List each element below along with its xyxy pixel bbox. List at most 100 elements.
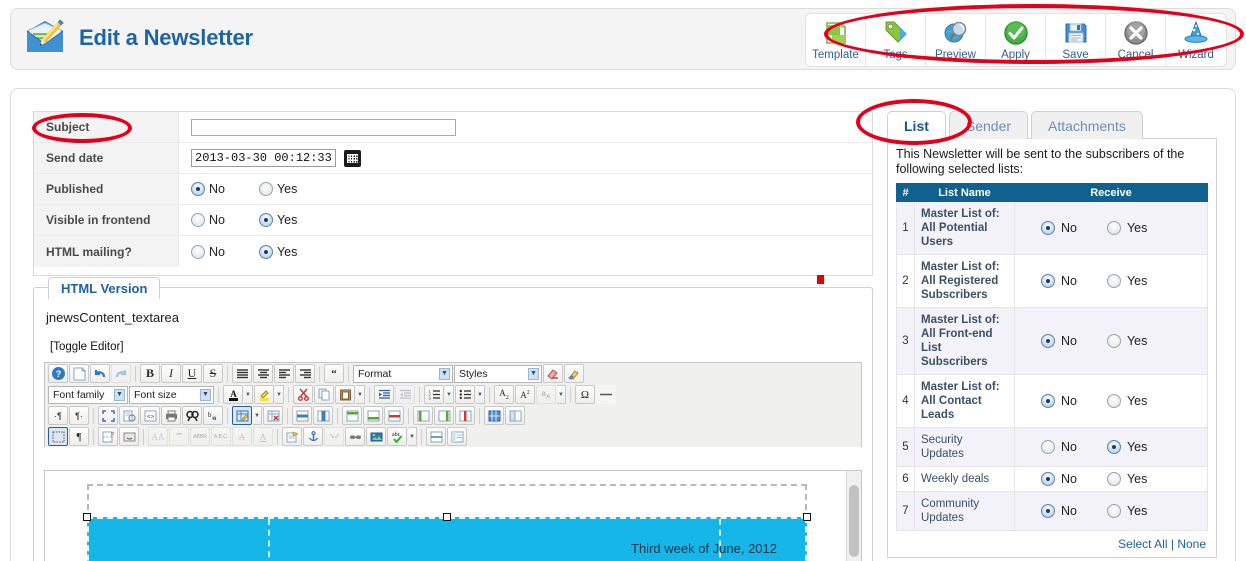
toggle-editor-link[interactable]: [Toggle Editor] — [50, 341, 124, 353]
italic-icon[interactable]: I — [161, 364, 181, 383]
font-family-select[interactable]: Font family ▼ — [48, 385, 128, 404]
rtl-icon[interactable]: ¶· — [69, 406, 89, 425]
copy-icon[interactable] — [314, 385, 334, 404]
table-dropdown-arrow[interactable]: ▼ — [253, 406, 262, 425]
link-icon[interactable] — [345, 427, 365, 446]
delete-row-icon[interactable] — [384, 406, 404, 425]
strikethrough-icon[interactable]: S — [203, 364, 223, 383]
layers-icon[interactable] — [447, 427, 467, 446]
insert-layer-icon[interactable] — [119, 427, 139, 446]
text-color-icon[interactable]: A — [223, 385, 243, 404]
subject-input[interactable] — [191, 118, 456, 136]
editor-scrollbar[interactable] — [846, 471, 861, 561]
send-date-input[interactable] — [191, 149, 336, 167]
align-justify-icon[interactable] — [232, 364, 252, 383]
ltr-icon[interactable]: ·¶ — [48, 406, 68, 425]
bulleted-list-icon[interactable] — [455, 385, 475, 404]
anchor-icon[interactable]: aA — [536, 385, 556, 404]
table-cell-properties-icon[interactable] — [313, 406, 333, 425]
receive-radio-no[interactable] — [1041, 394, 1055, 408]
insert-row-after-icon[interactable] — [363, 406, 383, 425]
html-mailing-radio-yes[interactable] — [258, 244, 273, 259]
help-icon[interactable]: ? — [48, 364, 68, 383]
paste-icon[interactable] — [335, 385, 355, 404]
delete-text-icon[interactable]: A — [232, 427, 252, 446]
template-button[interactable]: Template — [806, 14, 866, 66]
fullscreen-icon[interactable] — [98, 406, 118, 425]
cancel-button[interactable]: Cancel — [1106, 14, 1166, 66]
visible-frontend-radio-yes[interactable] — [258, 213, 273, 227]
receive-radio-yes[interactable] — [1106, 504, 1121, 518]
wizard-button[interactable]: Wizard — [1166, 14, 1226, 66]
calendar-icon[interactable] — [344, 149, 361, 167]
anchor-dropdown-arrow[interactable]: ▼ — [557, 385, 566, 404]
unlink-icon[interactable] — [324, 427, 344, 446]
background-color-icon[interactable] — [254, 385, 274, 404]
pilcrow-icon[interactable]: ¶ — [69, 427, 89, 446]
visual-aid-icon[interactable] — [48, 427, 68, 446]
receive-radio-no[interactable] — [1041, 334, 1055, 348]
text-color-dropdown-arrow[interactable]: ▼ — [244, 385, 253, 404]
special-character-icon[interactable]: Ω — [575, 385, 595, 404]
published-radio-no[interactable] — [191, 182, 205, 196]
editor-cyan-banner[interactable]: Third week of June, 2012 — [87, 517, 807, 561]
select-all-link[interactable]: Select All — [1118, 537, 1167, 551]
superscript-icon[interactable]: A2 — [515, 385, 535, 404]
selection-handle-right[interactable] — [803, 513, 811, 521]
tab-attachments[interactable]: Attachments — [1031, 111, 1143, 139]
receive-radio-no[interactable] — [1041, 440, 1055, 454]
template-icon[interactable] — [282, 427, 302, 446]
apply-button[interactable]: Apply — [986, 14, 1046, 66]
published-radio-yes[interactable] — [258, 182, 273, 196]
insert-column-before-icon[interactable] — [413, 406, 433, 425]
select-none-link[interactable]: None — [1177, 537, 1206, 551]
save-button[interactable]: Save — [1046, 14, 1106, 66]
image-icon[interactable] — [366, 427, 386, 446]
preview-button[interactable]: Preview — [926, 14, 986, 66]
editor-canvas[interactable]: Third week of June, 2012 — [44, 470, 862, 561]
redo-icon[interactable] — [111, 364, 131, 383]
background-color-dropdown-arrow[interactable]: ▼ — [275, 385, 284, 404]
replace-icon[interactable]: ba — [203, 406, 223, 425]
subscript-icon[interactable]: A2 — [494, 385, 514, 404]
receive-radio-no[interactable] — [1041, 221, 1055, 235]
visible-frontend-radio-no[interactable] — [191, 213, 205, 227]
tab-sender[interactable]: Sender — [948, 111, 1029, 139]
receive-radio-yes[interactable] — [1106, 472, 1121, 486]
underline-icon[interactable]: U — [182, 364, 202, 383]
spellcheck-icon[interactable]: abc — [387, 427, 407, 446]
emotions-icon[interactable]: AA — [148, 427, 168, 446]
delete-column-icon[interactable] — [455, 406, 475, 425]
tab-list[interactable]: List — [887, 111, 946, 139]
delete-table-icon[interactable] — [263, 406, 283, 425]
preview-icon[interactable] — [119, 406, 139, 425]
blockquote-icon[interactable]: “ — [324, 364, 344, 383]
acronym-icon[interactable]: A.B.C. — [211, 427, 231, 446]
receive-radio-yes[interactable] — [1106, 394, 1121, 408]
split-cells-icon[interactable] — [484, 406, 504, 425]
insert-row-before-icon[interactable] — [342, 406, 362, 425]
styles-select[interactable]: Styles ▼ — [454, 364, 542, 383]
editor-scrollbar-thumb[interactable] — [849, 485, 859, 557]
selection-handle-left[interactable] — [83, 513, 91, 521]
receive-radio-no[interactable] — [1041, 472, 1055, 486]
indent-icon[interactable] — [374, 385, 394, 404]
hr-icon[interactable] — [426, 427, 446, 446]
search-icon[interactable] — [182, 406, 202, 425]
html-mailing-radio-no[interactable] — [191, 244, 205, 259]
abbreviation-icon[interactable]: ABBR — [190, 427, 210, 446]
numbered-list-dropdown-arrow[interactable]: ▼ — [445, 385, 454, 404]
align-center-icon[interactable] — [253, 364, 273, 383]
source-code-icon[interactable]: <> — [140, 406, 160, 425]
receive-radio-yes[interactable] — [1106, 221, 1121, 235]
receive-radio-no[interactable] — [1041, 274, 1055, 288]
horizontal-rule-icon[interactable] — [596, 385, 616, 404]
new-document-icon[interactable] — [69, 364, 89, 383]
receive-radio-yes[interactable] — [1106, 334, 1121, 348]
insert-table-icon[interactable] — [232, 406, 252, 425]
merge-cells-icon[interactable] — [505, 406, 525, 425]
outdent-icon[interactable] — [395, 385, 415, 404]
selection-handle-center[interactable] — [443, 513, 451, 521]
cut-icon[interactable] — [293, 385, 313, 404]
format-select[interactable]: Format ▼ — [353, 364, 453, 383]
